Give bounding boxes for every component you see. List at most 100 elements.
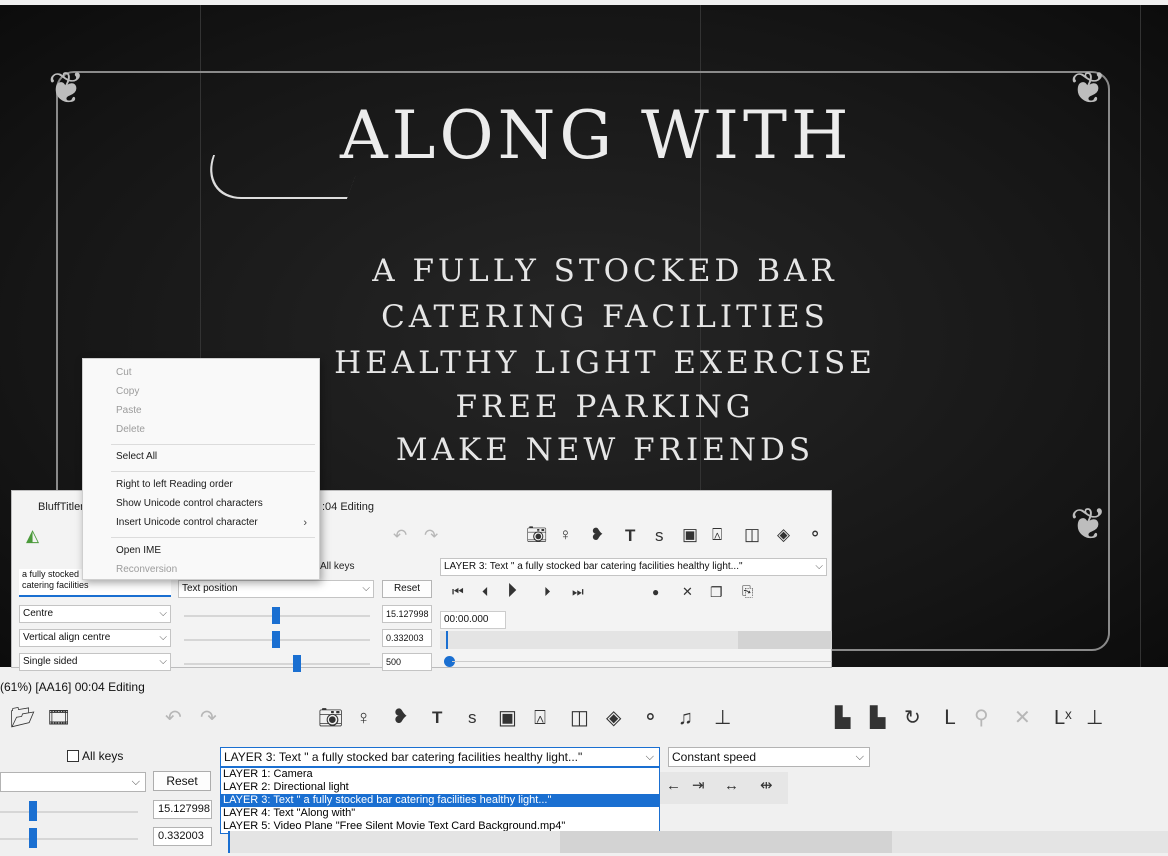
timeline-track[interactable]: [440, 631, 832, 649]
redo-icon[interactable]: ↷: [200, 708, 217, 728]
slider-thumb[interactable]: [272, 631, 280, 648]
undo-icon[interactable]: ↶: [393, 527, 407, 544]
expand-key-icon[interactable]: ↔: [724, 778, 739, 793]
undo-icon[interactable]: ↶: [165, 708, 182, 728]
layer-option-selected[interactable]: LAYER 3: Text " a fully stocked bar cate…: [221, 794, 659, 807]
chevron-down-icon: ⌵: [855, 751, 864, 763]
particles-icon[interactable]: ⚬: [642, 708, 659, 728]
goto-next-key-icon[interactable]: ⇥: [692, 778, 705, 793]
camera-icon[interactable]: 📷︎: [318, 708, 343, 728]
plugin-layer-icon[interactable]: ⊥: [714, 708, 731, 728]
time-field[interactable]: 00:00.000: [440, 611, 506, 629]
checkbox-box[interactable]: [67, 750, 79, 762]
small-text-icon[interactable]: s: [655, 527, 664, 544]
slider-track: [0, 838, 138, 840]
copy-icon[interactable]: ❐: [710, 585, 723, 599]
property-select[interactable]: ⌵: [0, 772, 146, 792]
step-back-icon[interactable]: ⏴: [482, 585, 489, 598]
menu-item-open-ime[interactable]: Open IME: [116, 545, 161, 556]
layer-select-value: LAYER 3: Text " a fully stocked bar cate…: [444, 561, 743, 572]
path-icon[interactable]: ⍓: [534, 708, 546, 728]
value-field[interactable]: 0.332003: [382, 629, 432, 647]
menu-separator: [111, 471, 315, 472]
slider-thumb[interactable]: [29, 828, 37, 848]
slider-thumb[interactable]: [272, 607, 280, 624]
cube-icon[interactable]: ◫: [570, 708, 589, 728]
eraser-icon[interactable]: ◈: [606, 708, 621, 728]
timeline-track[interactable]: [228, 831, 1168, 853]
open-folder-icon[interactable]: 📂︎: [10, 708, 35, 728]
delete-key-icon[interactable]: ✕: [682, 585, 693, 598]
layer-down-icon[interactable]: ▙: [870, 708, 885, 728]
link-layer-icon[interactable]: ↻: [904, 708, 921, 728]
timeline-cursor[interactable]: [228, 831, 230, 853]
menu-item-show-unicode[interactable]: Show Unicode control characters: [116, 498, 263, 509]
layer-option[interactable]: LAYER 4: Text "Along with": [221, 807, 659, 820]
chevron-down-icon: ⌵: [815, 561, 823, 572]
arrow-left-icon[interactable]: ←: [666, 778, 681, 793]
timeline-cursor[interactable]: [446, 631, 448, 649]
skip-start-icon[interactable]: ⏮: [452, 585, 464, 598]
layer-select[interactable]: LAYER 3: Text " a fully stocked bar cate…: [220, 747, 660, 767]
text-layer-icon[interactable]: T: [432, 709, 442, 726]
play-icon[interactable]: ⏵: [507, 581, 517, 601]
all-keys-checkbox[interactable]: All keys: [67, 749, 123, 763]
layer-disabled-icon[interactable]: ⚲: [974, 708, 989, 728]
layer-split-icon[interactable]: ✕: [1014, 708, 1031, 728]
menu-separator: [111, 537, 315, 538]
menu-item-rtl-reading-order[interactable]: Right to left Reading order: [116, 479, 233, 490]
cube-icon[interactable]: ◫: [744, 526, 760, 543]
preview-guide-line: [1140, 5, 1141, 667]
slider-thumb[interactable]: [29, 801, 37, 821]
menu-item-insert-unicode[interactable]: Insert Unicode control character: [116, 517, 258, 528]
path-icon[interactable]: ⍓: [712, 526, 722, 543]
value-field[interactable]: 0.332003: [153, 827, 212, 846]
sided-select[interactable]: Single sided ⌵: [19, 653, 171, 671]
layer-up-icon[interactable]: ▙: [835, 708, 850, 728]
vertical-align-select[interactable]: Vertical align centre ⌵: [19, 629, 171, 647]
redo-icon[interactable]: ↷: [424, 527, 438, 544]
layer-option[interactable]: LAYER 2: Directional light: [221, 781, 659, 794]
eraser-icon[interactable]: ◈: [777, 526, 790, 543]
camera-icon[interactable]: 📷︎: [526, 526, 548, 543]
speed-select[interactable]: Constant speed ⌵: [668, 747, 870, 767]
light-bulb-icon[interactable]: ♀: [356, 708, 371, 728]
title-card-line: HEALTHY LIGHT EXERCISE: [334, 345, 876, 381]
music-icon[interactable]: ♫: [678, 708, 693, 728]
text-layer-icon[interactable]: T: [625, 527, 635, 544]
layer-flash-icon[interactable]: Ⅼ: [944, 708, 955, 728]
value-field[interactable]: 500: [382, 653, 432, 671]
layer-select[interactable]: LAYER 3: Text " a fully stocked bar cate…: [440, 558, 827, 576]
compress-key-icon[interactable]: ⇹: [760, 778, 773, 793]
paste-icon[interactable]: ⎘: [742, 584, 753, 598]
small-text-icon[interactable]: s: [468, 709, 477, 726]
menu-item-cut[interactable]: Cut: [116, 367, 132, 378]
film-strip-icon[interactable]: 🎞︎: [46, 708, 71, 728]
record-icon[interactable]: ●: [652, 586, 659, 598]
property-select[interactable]: Text position ⌵: [178, 580, 374, 598]
step-forward-icon[interactable]: ⏵: [544, 585, 551, 598]
menu-item-select-all[interactable]: Select All: [116, 451, 157, 462]
menu-item-paste[interactable]: Paste: [116, 405, 142, 416]
reset-button[interactable]: Reset: [382, 580, 432, 598]
picture-icon[interactable]: ▣: [498, 708, 517, 728]
align-select[interactable]: Centre ⌵: [19, 605, 171, 623]
delete-layer-icon[interactable]: Lˣ: [1054, 708, 1072, 728]
shape-icon[interactable]: ❥: [392, 707, 409, 727]
menu-item-copy[interactable]: Copy: [116, 386, 139, 397]
chevron-down-icon: ⌵: [159, 632, 167, 643]
layer-bottom-icon[interactable]: ⊥: [1086, 708, 1103, 728]
particles-icon[interactable]: ⚬: [808, 526, 822, 543]
value-field[interactable]: 15.127998: [153, 800, 212, 819]
layer-option[interactable]: LAYER 1: Camera: [221, 768, 659, 781]
value-field[interactable]: 15.127998: [382, 605, 432, 623]
menu-item-delete[interactable]: Delete: [116, 424, 145, 435]
light-bulb-icon[interactable]: ♀: [559, 526, 572, 543]
menu-item-reconversion[interactable]: Reconversion: [116, 564, 177, 575]
picture-icon[interactable]: ▣: [682, 526, 698, 543]
submenu-arrow-icon: ›: [303, 517, 307, 529]
slider-thumb[interactable]: [293, 655, 301, 672]
skip-end-icon[interactable]: ⏭: [572, 585, 584, 598]
reset-button[interactable]: Reset: [153, 771, 211, 791]
shape-icon[interactable]: ❥: [590, 526, 604, 543]
